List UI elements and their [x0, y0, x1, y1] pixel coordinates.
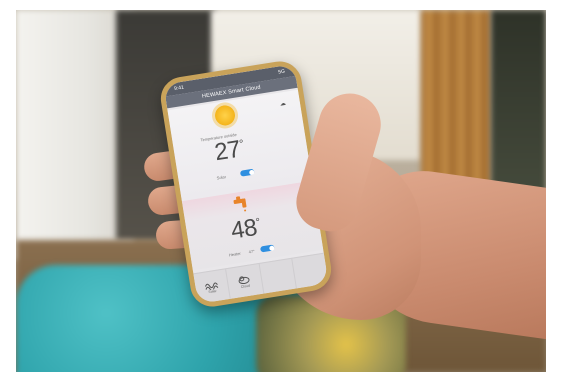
status-network: 5G: [277, 68, 286, 76]
tab-empty-2[interactable]: [292, 254, 329, 289]
solar-toggle-label: Solar: [216, 174, 227, 181]
tab-cloud[interactable]: Cloud: [226, 263, 264, 299]
sun-icon: [213, 103, 237, 127]
outside-temperature-unit: °: [238, 138, 245, 151]
heater-setpoint: 47°: [248, 248, 256, 255]
outside-temperature: 27°: [213, 135, 247, 167]
tab-empty-1[interactable]: [259, 258, 297, 294]
status-time: 9:41: [173, 84, 185, 93]
heater-toggle[interactable]: [259, 244, 275, 253]
photo-frame: 9:41 5G HEWAEX Smart Cloud ☁ Temperature…: [16, 10, 546, 372]
heater-toggle-label: Heater: [228, 250, 242, 258]
water-temperature: 48°: [229, 213, 263, 245]
solar-toggle[interactable]: [239, 168, 255, 177]
tab-cloud-label: Cloud: [240, 283, 251, 290]
cloud-icon: ☁: [279, 100, 287, 108]
tab-solar-label: Solar: [208, 288, 217, 295]
water-temperature-unit: °: [254, 216, 261, 229]
tab-solar[interactable]: Solar: [193, 269, 232, 304]
tap-icon: [233, 196, 247, 212]
